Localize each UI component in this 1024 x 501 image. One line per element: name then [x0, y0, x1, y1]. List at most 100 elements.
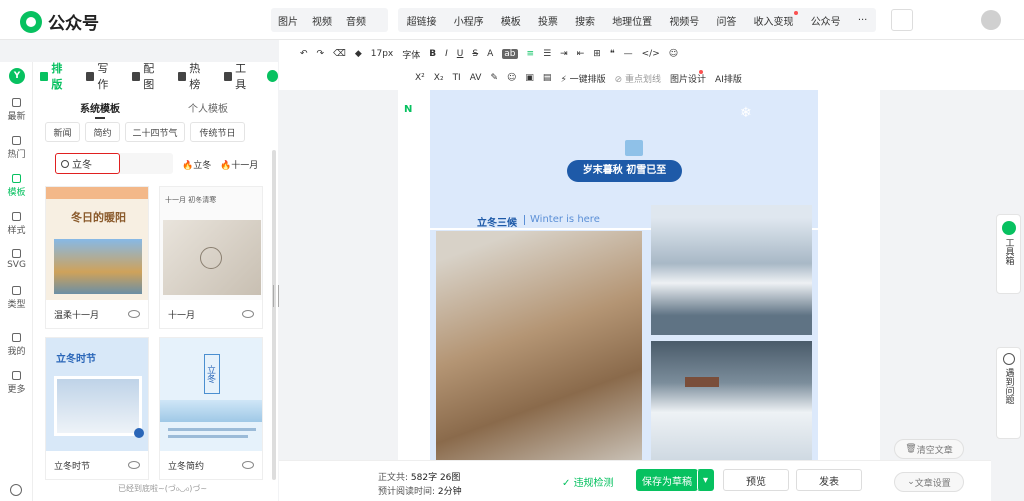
preview-eye-icon[interactable] — [242, 461, 254, 469]
card-tool-icon[interactable]: ▤ — [543, 73, 552, 83]
chip-news[interactable]: 新闻 — [45, 122, 80, 142]
tab-trending[interactable]: 热榜 — [171, 60, 217, 92]
strikethrough-button[interactable]: S — [472, 49, 478, 59]
code-icon[interactable]: </> — [642, 49, 660, 59]
paragraph-button[interactable]: ☰ — [543, 49, 551, 59]
rail-item-svg[interactable]: SVG — [0, 249, 33, 270]
rail-item-template[interactable]: 模板 — [0, 174, 33, 198]
insert-account[interactable]: 公众号 — [804, 13, 848, 28]
image-design-button[interactable]: 图片设计 — [670, 69, 706, 85]
user-icon — [12, 333, 21, 342]
insert-location[interactable]: 地理位置 — [605, 13, 659, 28]
insert-template[interactable]: 模板 — [494, 13, 528, 28]
publish-button[interactable]: 发表 — [796, 469, 862, 491]
violation-check-button[interactable]: ✓ 违规检测 — [562, 474, 614, 489]
plugin-logo-icon[interactable]: Y — [9, 68, 25, 84]
insert-channels[interactable]: 视频号 — [662, 13, 706, 28]
rail-item-more[interactable]: 更多 — [0, 371, 33, 395]
insert-more[interactable]: ··· — [851, 15, 875, 26]
panel-scrollbar[interactable] — [272, 150, 276, 480]
one-click-layout-button[interactable]: ⚡ 一键排版 — [560, 72, 605, 85]
line-height-button[interactable]: TI — [453, 73, 461, 83]
rail-item-latest[interactable]: 最新 — [0, 98, 33, 122]
toolbox-panel[interactable]: 工具箱 — [996, 214, 1021, 294]
font-color-button[interactable]: A — [487, 49, 493, 59]
quote-icon[interactable]: ❝ — [610, 49, 615, 59]
editor-plugin-icon[interactable]: N — [404, 104, 416, 116]
underline-key-button[interactable]: ⊘ 重点划线 — [615, 72, 661, 85]
rail-item-style[interactable]: 样式 — [0, 212, 33, 236]
app-logo[interactable]: 公众号 — [20, 9, 99, 34]
search-input[interactable]: 立冬 — [55, 153, 120, 174]
clear-article-button[interactable]: 🗑 清空文章 — [894, 439, 964, 459]
rail-item-hot[interactable]: 热门 — [0, 136, 33, 160]
hot-tag-november[interactable]: 十一月 — [220, 158, 258, 171]
help-panel[interactable]: 遇到问题 — [996, 347, 1021, 439]
font-size-select[interactable]: 17px — [371, 49, 394, 59]
eraser-icon[interactable]: ⌫ — [333, 49, 346, 59]
subscript-button[interactable]: X₂ — [434, 73, 444, 83]
save-dropdown-chevron-icon[interactable]: ▾ — [697, 469, 714, 491]
format-brush-icon[interactable]: ◆ — [355, 49, 362, 59]
ai-layout-button[interactable]: AI排版 — [715, 72, 742, 85]
mobile-preview-icon[interactable] — [891, 9, 913, 31]
hot-tag-lidong[interactable]: 立冬 — [182, 158, 211, 171]
insert-video-menu[interactable]: 视频 — [305, 13, 339, 28]
italic-button[interactable]: I — [445, 49, 448, 59]
headset-icon[interactable] — [10, 484, 22, 496]
superscript-button[interactable]: X² — [415, 73, 425, 83]
insert-audio-menu[interactable]: 音频 — [339, 13, 373, 28]
article-content[interactable]: ❄ — [430, 90, 818, 460]
image-tool-icon[interactable]: ▣ — [525, 73, 534, 83]
article-settings-button[interactable]: ⌄ 文章设置 — [894, 472, 964, 492]
save-draft-button[interactable]: 保存为草稿 — [636, 469, 698, 491]
insert-qa[interactable]: 问答 — [709, 13, 743, 28]
table-icon[interactable]: ⊞ — [593, 49, 601, 59]
outdent-button[interactable]: ⇤ — [577, 49, 585, 59]
template-card[interactable]: 冬日的暖阳 温柔十一月 — [45, 186, 149, 329]
redo-icon[interactable]: ↷ — [317, 49, 325, 59]
insert-miniprogram[interactable]: 小程序 — [447, 13, 491, 28]
font-family-select[interactable]: 字体 — [402, 48, 420, 61]
bold-button[interactable]: B — [429, 49, 436, 59]
preview-button[interactable]: 预览 — [723, 469, 789, 491]
divider-icon[interactable]: — — [624, 49, 633, 59]
tab-system-templates[interactable]: 系统模板 — [80, 100, 120, 115]
tab-tools[interactable]: 工具 — [217, 60, 263, 92]
chip-solar-terms[interactable]: 二十四节气 — [125, 122, 185, 142]
insert-link[interactable]: 超链接 — [400, 13, 444, 28]
pen-icon[interactable]: ✎ — [490, 73, 498, 83]
rail-item-type[interactable]: 类型 — [0, 286, 33, 310]
rail-item-mine[interactable]: 我的 — [0, 333, 33, 357]
insert-monetize[interactable]: 收入变现 — [747, 10, 801, 28]
insert-vote[interactable]: 投票 — [531, 13, 565, 28]
preview-eye-icon[interactable] — [128, 461, 140, 469]
tab-writing[interactable]: 写作 — [79, 60, 125, 92]
avatar[interactable] — [981, 10, 1001, 30]
word-count: 正文共: 582字 26图 — [378, 473, 461, 483]
search-field-extension[interactable] — [119, 153, 173, 174]
status-toggle[interactable] — [266, 70, 278, 82]
insert-search[interactable]: 搜索 — [568, 13, 602, 28]
tab-images[interactable]: 配图 — [125, 60, 171, 92]
sticker-icon[interactable]: ☺ — [507, 73, 516, 83]
template-thumbnail: 立冬 — [160, 338, 262, 451]
tab-layout[interactable]: 排版 — [33, 60, 79, 92]
preview-eye-icon[interactable] — [242, 310, 254, 318]
undo-icon[interactable]: ↶ — [300, 49, 308, 59]
chip-simple[interactable]: 简约 — [85, 122, 120, 142]
highlight-button[interactable]: ab — [502, 49, 518, 59]
template-card[interactable]: 立冬时节 立冬时节 — [45, 337, 149, 480]
template-card[interactable]: 十一月 初冬清寒 十一月 — [159, 186, 263, 329]
template-card[interactable]: 立冬 立冬简约 — [159, 337, 263, 480]
align-button[interactable]: ≡ — [527, 49, 535, 59]
emoji-icon[interactable]: ☺ — [669, 49, 678, 59]
underline-button[interactable]: U — [457, 49, 464, 59]
chip-festivals[interactable]: 传统节日 — [190, 122, 245, 142]
insert-image-menu[interactable]: 图片 — [271, 13, 305, 28]
indent-button[interactable]: ⇥ — [560, 49, 568, 59]
template-icon — [12, 174, 21, 183]
letter-spacing-button[interactable]: AV — [470, 73, 482, 83]
tab-personal-templates[interactable]: 个人模板 — [188, 100, 228, 115]
preview-eye-icon[interactable] — [128, 310, 140, 318]
